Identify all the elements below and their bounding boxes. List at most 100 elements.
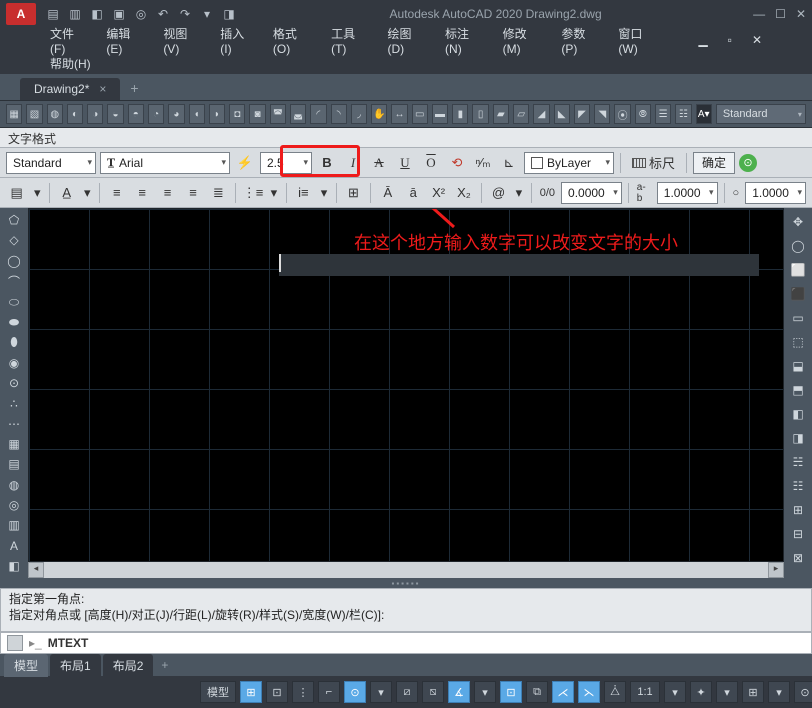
oblique-angle-input[interactable]: 0.0000: [561, 182, 622, 204]
tb-icon-27[interactable]: ◢: [533, 104, 549, 124]
rt-break-icon[interactable]: ⬓: [788, 356, 808, 376]
tb-icon-7[interactable]: ◓: [128, 104, 144, 124]
italic-button[interactable]: I: [342, 152, 364, 174]
close-button[interactable]: ✕: [796, 7, 806, 21]
status-workspace-icon[interactable]: ⊞: [742, 681, 764, 703]
tb-icon-21[interactable]: ▭: [412, 104, 428, 124]
tb-icon-30[interactable]: ◥: [594, 104, 610, 124]
scroll-right-button[interactable]: ▸: [768, 562, 784, 578]
tb-icon-29[interactable]: ◤: [574, 104, 590, 124]
mdi-restore-icon[interactable]: ▫: [728, 33, 732, 47]
rt-trim-icon[interactable]: ▭: [788, 308, 808, 328]
horizontal-scrollbar[interactable]: ◂ ▸: [28, 562, 784, 578]
linespace-icon[interactable]: ⋮≡: [242, 182, 264, 204]
status-scale-dd[interactable]: ▾: [664, 681, 686, 703]
tb-icon-6[interactable]: ◒: [107, 104, 123, 124]
rt-chamfer-icon[interactable]: ◧: [788, 404, 808, 424]
menu-insert[interactable]: 插入(I): [220, 25, 253, 56]
symbol-dd-icon[interactable]: ▾: [513, 182, 525, 204]
menu-help[interactable]: 帮助(H): [50, 55, 91, 72]
tb-icon-13[interactable]: ◙: [249, 104, 265, 124]
uppercase-icon[interactable]: Ā: [377, 182, 398, 204]
layout-tab-2[interactable]: 布局2: [103, 654, 154, 677]
tb-open-icon[interactable]: ▧: [26, 104, 42, 124]
status-dots-icon[interactable]: ⋮: [292, 681, 314, 703]
status-gear-icon[interactable]: ✦: [690, 681, 712, 703]
rt-offset-icon[interactable]: ⊟: [788, 524, 808, 544]
status-osnap-icon[interactable]: ⧅: [422, 681, 444, 703]
drawing-canvas[interactable]: 在这个地方输入数字可以改变文字的大小: [28, 208, 784, 562]
overline-button[interactable]: O: [420, 152, 442, 174]
qat-dropdown-icon[interactable]: ▾: [198, 5, 216, 23]
lt-arc-icon[interactable]: ⌒: [4, 273, 24, 290]
maximize-button[interactable]: ☐: [775, 7, 786, 21]
command-input-text[interactable]: MTEXT: [48, 636, 89, 650]
status-polar-icon[interactable]: ⊙: [344, 681, 366, 703]
align-justify-icon[interactable]: ≡: [182, 182, 203, 204]
tb-icon-33[interactable]: ☰: [655, 104, 671, 124]
symbol-at-icon[interactable]: @: [488, 182, 509, 204]
qat-print-icon[interactable]: ◎: [132, 5, 150, 23]
superscript-icon[interactable]: X²: [428, 182, 449, 204]
tb-zoom-icon[interactable]: ↔: [391, 104, 407, 124]
tb-icon-14[interactable]: ◚: [270, 104, 286, 124]
numbering-dd-icon[interactable]: ▾: [318, 182, 330, 204]
lt-circle-icon[interactable]: ◯: [4, 253, 24, 269]
tracking-input[interactable]: 1.0000: [657, 182, 718, 204]
lt-spline-icon[interactable]: ⬮: [4, 334, 24, 350]
qat-new-icon[interactable]: ▤: [44, 5, 62, 23]
command-gripper[interactable]: ▪▪▪▪▪▪: [0, 578, 812, 588]
status-model-button[interactable]: 模型: [200, 681, 236, 703]
subscript-icon[interactable]: X₂: [453, 182, 474, 204]
lt-last-icon[interactable]: ◧: [4, 558, 24, 574]
status-anno3-icon[interactable]: ⧊: [604, 681, 626, 703]
lt-hatch-icon[interactable]: ▦: [4, 436, 24, 452]
ok-circle-icon[interactable]: ⊙: [739, 154, 757, 172]
minimize-button[interactable]: —: [753, 7, 765, 21]
lt-line-icon[interactable]: ◇: [4, 232, 24, 248]
rt-fillet-icon[interactable]: ◨: [788, 428, 808, 448]
qat-saveas-icon[interactable]: ▣: [110, 5, 128, 23]
rt-extend-icon[interactable]: ⬚: [788, 332, 808, 352]
qat-save-icon[interactable]: ◧: [88, 5, 106, 23]
menu-edit[interactable]: 编辑(E): [106, 25, 143, 56]
menu-modify[interactable]: 修改(M): [503, 25, 542, 56]
mdi-minimize-icon[interactable]: ▁: [698, 33, 707, 47]
tb-annotate-a-icon[interactable]: A▾: [696, 104, 712, 124]
numbering-icon[interactable]: i≡: [293, 182, 314, 204]
underline-button[interactable]: U: [394, 152, 416, 174]
tb-pan-icon[interactable]: ✋: [371, 104, 387, 124]
align-dist-icon[interactable]: ≣: [208, 182, 229, 204]
lt-point-icon[interactable]: ⊙: [4, 375, 24, 391]
tb-paste-icon[interactable]: ◖: [189, 104, 205, 124]
status-scale-button[interactable]: 1:1: [630, 681, 660, 703]
field-icon[interactable]: ⊞: [343, 182, 364, 204]
lt-home-icon[interactable]: ⬠: [4, 212, 24, 228]
rt-array-icon[interactable]: ☵: [788, 452, 808, 472]
tb-icon-18[interactable]: ◞: [351, 104, 367, 124]
rt-join-icon[interactable]: ⬒: [788, 380, 808, 400]
lt-rect-icon[interactable]: ▤: [4, 456, 24, 472]
document-tab-close-icon[interactable]: ×: [99, 82, 106, 96]
stack-icon[interactable]: ⁿ⁄ₘ: [472, 152, 494, 174]
tb-icon-25[interactable]: ▰: [493, 104, 509, 124]
tb-icon-15[interactable]: ◛: [290, 104, 306, 124]
menu-view[interactable]: 视图(V): [163, 25, 200, 56]
status-iso-icon[interactable]: ⧄: [396, 681, 418, 703]
tb-style-combo[interactable]: Standard: [716, 104, 806, 124]
qat-open-icon[interactable]: ▥: [66, 5, 84, 23]
menu-format[interactable]: 格式(O): [273, 25, 311, 56]
rt-erase-icon[interactable]: ☷: [788, 476, 808, 496]
rt-scale-icon[interactable]: ⬜: [788, 260, 808, 280]
lt-region-icon[interactable]: ◍: [4, 477, 24, 493]
tb-icon-24[interactable]: ▯: [472, 104, 488, 124]
tb-plot-icon[interactable]: ◐: [67, 104, 83, 124]
status-snap-icon[interactable]: ⊡: [266, 681, 288, 703]
tb-copy-icon[interactable]: ◕: [168, 104, 184, 124]
menu-param[interactable]: 参数(P): [561, 25, 598, 56]
confirm-button[interactable]: 确定: [693, 152, 735, 174]
tb-new-icon[interactable]: ▦: [6, 104, 22, 124]
lt-donut-icon[interactable]: ◉: [4, 355, 24, 371]
align-right-icon[interactable]: ≡: [157, 182, 178, 204]
scroll-left-button[interactable]: ◂: [28, 562, 44, 578]
